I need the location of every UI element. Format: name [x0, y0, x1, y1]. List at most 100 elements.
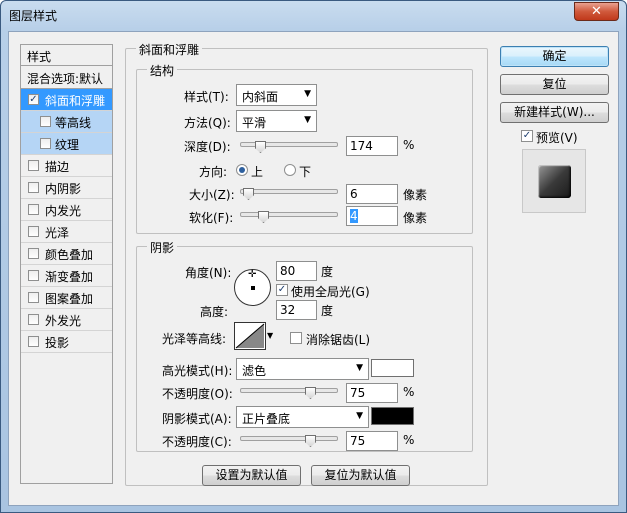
style-checkbox[interactable]	[28, 226, 39, 237]
preview-checkbox[interactable]: ✓	[521, 130, 533, 142]
highlight-color-swatch[interactable]	[371, 359, 414, 377]
direction-down-label[interactable]: 下	[299, 163, 311, 180]
style-list-item[interactable]: 颜色叠加	[21, 243, 112, 265]
anti-alias-label[interactable]: 消除锯齿(L)	[306, 331, 370, 348]
highlight-opacity-input[interactable]: 75	[346, 383, 398, 403]
style-list-item[interactable]: 内阴影	[21, 177, 112, 199]
angle-dial[interactable]: ✛	[234, 269, 271, 306]
shadow-opacity-unit: %	[403, 433, 415, 447]
style-list-item[interactable]: 描边	[21, 155, 112, 177]
technique-dropdown[interactable]: 平滑 ▼	[236, 110, 317, 132]
soften-input-value: 4	[350, 209, 358, 223]
angle-input[interactable]: 80	[276, 261, 317, 281]
styles-list: 样式 混合选项:默认 ✓ 斜面和浮雕等高线 纹理描边内阴影内发光光泽颜色叠加渐变叠加…	[20, 44, 113, 484]
highlight-mode-value: 滤色	[242, 364, 267, 378]
style-checkbox[interactable]	[28, 292, 39, 303]
size-slider[interactable]	[240, 188, 338, 200]
technique-dropdown-value: 平滑	[242, 116, 267, 130]
anti-alias-checkbox[interactable]	[290, 332, 302, 344]
style-list-label: 描边	[45, 160, 70, 174]
style-list-item[interactable]: 投影	[21, 331, 112, 353]
style-checkbox[interactable]	[28, 204, 39, 215]
shadow-mode-dropdown[interactable]: 正片叠底 ▼	[236, 406, 369, 428]
soften-slider[interactable]	[240, 211, 338, 223]
title-bar[interactable]: 图层样式 ✕	[1, 1, 626, 29]
structure-title: 结构	[147, 62, 178, 79]
altitude-input[interactable]: 32	[276, 300, 317, 320]
style-checkbox[interactable]	[28, 270, 39, 281]
preview-label[interactable]: 预览(V)	[536, 129, 578, 146]
ok-button[interactable]: 确定	[500, 46, 609, 67]
style-list-label: 图案叠加	[45, 292, 94, 306]
new-style-button[interactable]: 新建样式(W)...	[500, 102, 609, 123]
size-input[interactable]: 6	[346, 184, 398, 204]
highlight-opacity-slider[interactable]	[240, 387, 338, 399]
style-checkbox[interactable]	[28, 160, 39, 171]
shadow-opacity-slider[interactable]	[240, 435, 338, 447]
contour-graph-icon	[235, 323, 265, 349]
depth-slider[interactable]	[240, 141, 338, 153]
style-dropdown-value: 内斜面	[242, 90, 279, 104]
style-list-label: 颜色叠加	[45, 248, 94, 262]
reset-default-button[interactable]: 复位为默认值	[311, 465, 410, 486]
chevron-down-icon: ▼	[304, 115, 311, 125]
style-list-label: 斜面和浮雕	[45, 94, 106, 108]
direction-up-label[interactable]: 上	[251, 163, 263, 180]
shadow-mode-label: 阴影模式(A):	[162, 412, 232, 426]
global-light-checkbox[interactable]: ✓	[276, 284, 288, 296]
style-list-label: 投影	[45, 336, 70, 350]
styles-header[interactable]: 样式	[21, 45, 112, 66]
style-checkbox[interactable]	[40, 116, 51, 127]
shadow-opacity-label: 不透明度(C):	[162, 435, 232, 449]
gloss-contour-picker[interactable]	[234, 322, 266, 350]
size-label: 大小(Z):	[189, 188, 235, 202]
highlight-mode-label: 高光模式(H):	[162, 364, 233, 378]
style-list-item[interactable]: ✓ 斜面和浮雕	[21, 89, 112, 111]
direction-down-radio[interactable]	[284, 164, 296, 176]
make-default-button[interactable]: 设置为默认值	[202, 465, 301, 486]
global-light-label[interactable]: 使用全局光(G)	[291, 283, 370, 300]
shadow-color-swatch[interactable]	[371, 407, 414, 425]
size-unit: 像素	[403, 188, 428, 202]
style-list-label: 外发光	[45, 314, 82, 328]
reset-button[interactable]: 复位	[500, 74, 609, 95]
style-list-item[interactable]: 图案叠加	[21, 287, 112, 309]
style-list-item[interactable]: 纹理	[21, 133, 112, 155]
depth-input[interactable]: 174	[346, 136, 398, 156]
style-list-label: 内阴影	[45, 182, 82, 196]
altitude-label: 高度:	[200, 305, 229, 319]
angle-unit: 度	[321, 265, 334, 279]
style-checkbox[interactable]	[28, 182, 39, 193]
style-checkbox[interactable]	[28, 314, 39, 325]
highlight-opacity-unit: %	[403, 385, 415, 399]
style-list-item[interactable]: 内发光	[21, 199, 112, 221]
style-list-item[interactable]: 光泽	[21, 221, 112, 243]
style-list-item[interactable]: 外发光	[21, 309, 112, 331]
style-list-item[interactable]: 渐变叠加	[21, 265, 112, 287]
soften-input[interactable]: 4	[346, 206, 398, 226]
close-button[interactable]: ✕	[574, 2, 619, 21]
shadow-opacity-input[interactable]: 75	[346, 431, 398, 451]
chevron-down-icon: ▼	[356, 411, 363, 421]
highlight-mode-dropdown[interactable]: 滤色 ▼	[236, 358, 369, 380]
style-dropdown[interactable]: 内斜面 ▼	[236, 84, 317, 106]
blend-options-item[interactable]: 混合选项:默认	[21, 66, 112, 89]
soften-label: 软化(F):	[189, 211, 234, 225]
style-label: 样式(T):	[184, 90, 229, 104]
style-checkbox[interactable]: ✓	[28, 94, 39, 105]
style-list-label: 渐变叠加	[45, 270, 94, 284]
chevron-down-icon: ▼	[356, 363, 363, 373]
style-checkbox[interactable]	[40, 138, 51, 149]
style-list-item[interactable]: 等高线	[21, 111, 112, 133]
crosshair-icon: ✛	[248, 269, 257, 280]
dialog-body: 样式 混合选项:默认 ✓ 斜面和浮雕等高线 纹理描边内阴影内发光光泽颜色叠加渐变叠加…	[8, 31, 619, 506]
style-list-label: 光泽	[45, 226, 70, 240]
shadow-mode-value: 正片叠底	[242, 412, 291, 426]
chevron-down-icon: ▼	[304, 89, 311, 99]
style-checkbox[interactable]	[28, 336, 39, 347]
direction-up-radio[interactable]	[236, 164, 248, 176]
style-preview	[522, 149, 586, 213]
layer-style-dialog: 图层样式 ✕ 样式 混合选项:默认 ✓ 斜面和浮雕等高线 纹理描边内阴影内发光光泽颜…	[0, 0, 627, 513]
chevron-down-icon[interactable]: ▼	[267, 331, 273, 340]
style-checkbox[interactable]	[28, 248, 39, 259]
